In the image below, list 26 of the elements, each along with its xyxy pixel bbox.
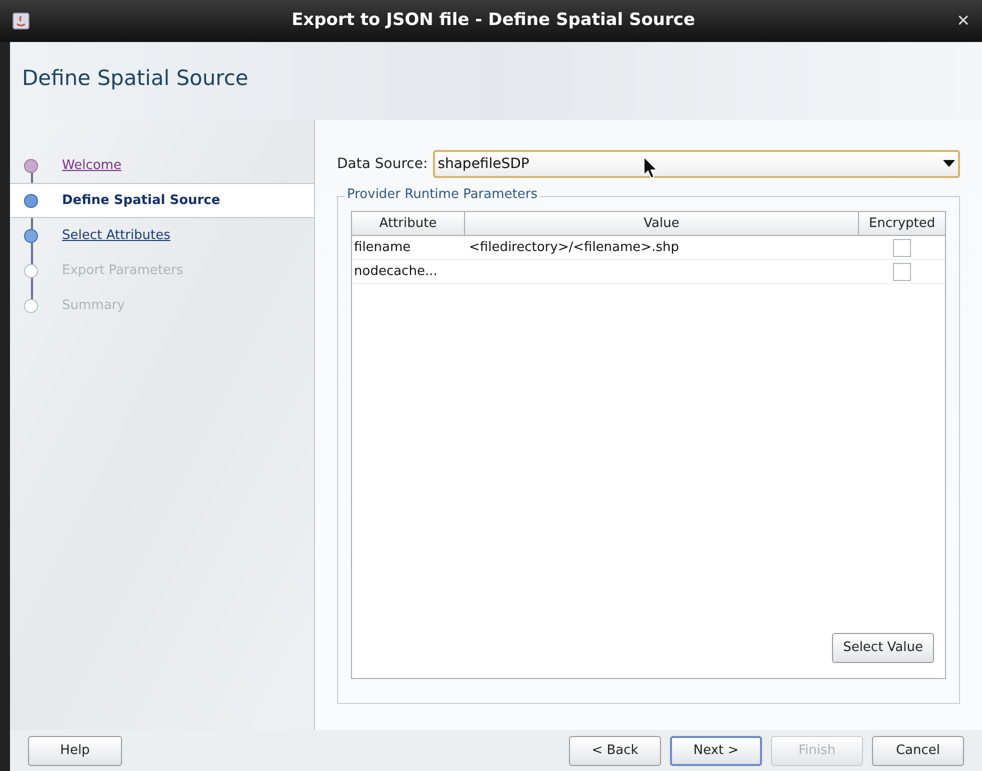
table-cell-text: <filedirectory>/<filename>.shp [468,238,680,257]
step-label: Define Spatial Source [62,192,220,210]
column-header[interactable]: Encrypted [859,212,945,235]
dialog-button[interactable]: Next > [670,736,762,766]
column-header[interactable]: Attribute [352,212,465,235]
select-value-button[interactable]: Select Value [832,633,934,663]
dialog-button[interactable]: < Back [569,736,661,766]
step-link[interactable]: Welcome [62,156,122,176]
encrypted-checkbox[interactable] [893,262,911,280]
dialog-button[interactable]: Help [28,736,122,766]
dropdown-arrow-icon [943,160,955,168]
table-cell-text: nodecache... [353,262,438,281]
data-source-dropdown[interactable]: shapefileSDP [432,150,960,178]
column-header[interactable]: Value [465,212,859,235]
close-button[interactable]: ✕ [956,13,970,29]
page-title: Define Spatial Source [22,65,248,92]
encrypted-checkbox[interactable] [893,238,911,256]
data-source-label: Data Source: [337,154,428,174]
mouse-cursor-icon [642,156,659,180]
window-title: Export to JSON file - Define Spatial Source [290,9,696,32]
step-link[interactable]: Select Attributes [62,226,170,246]
app-icon [12,12,30,30]
step-label: Summary [62,296,125,315]
table-cell-text: filename [353,238,412,257]
dialog-button[interactable]: Cancel [872,736,964,766]
step-label: Export Parameters [62,262,184,280]
